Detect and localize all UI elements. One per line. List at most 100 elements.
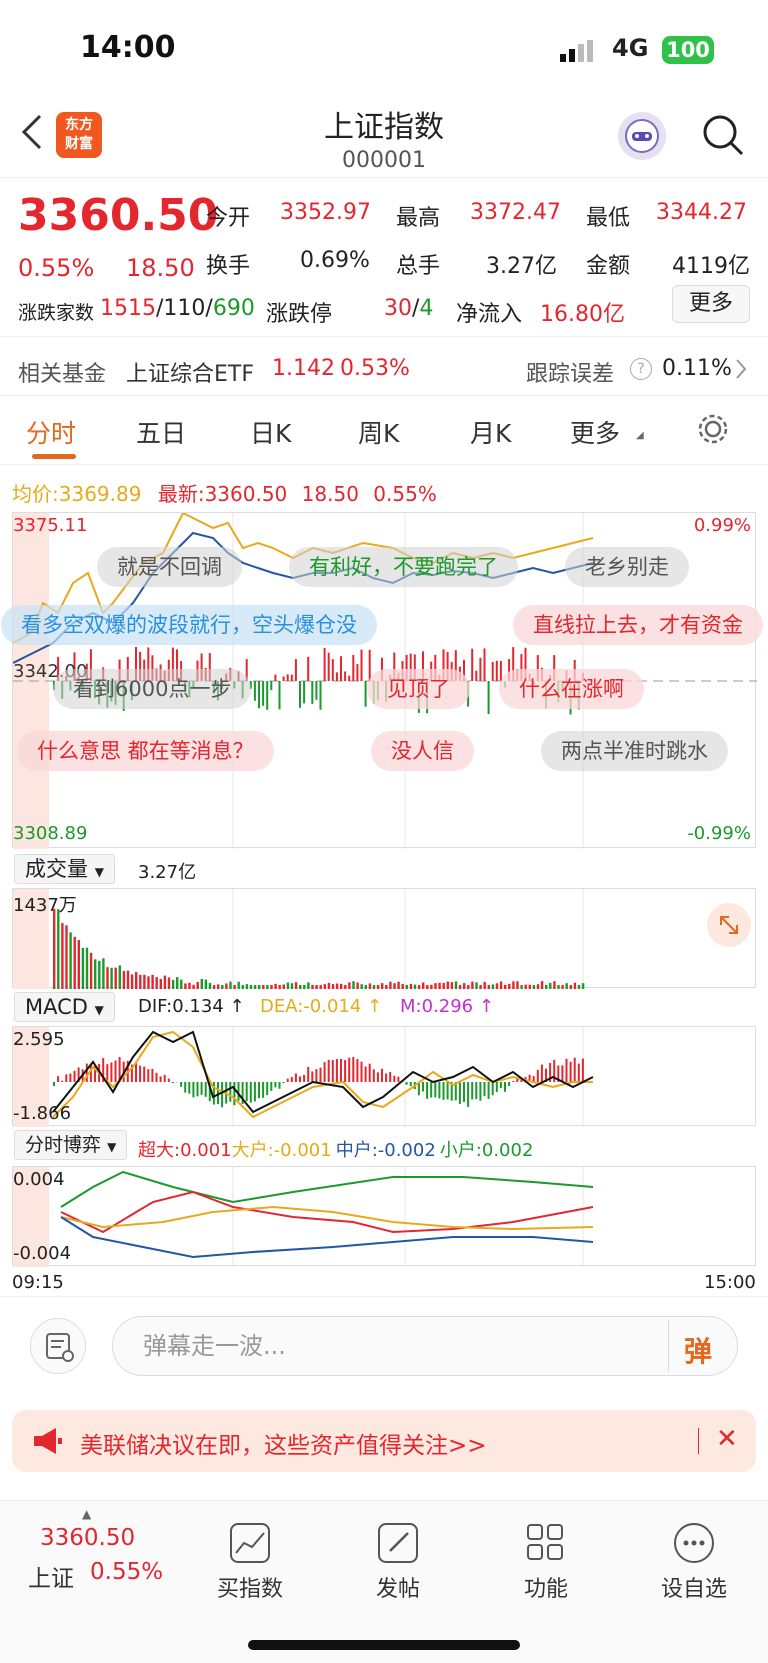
danmu-toggle-button[interactable]: 弹: [684, 1330, 712, 1370]
danmu-item[interactable]: 看多空双爆的波段就行，空头爆仓没: [1, 605, 377, 645]
flat-count: 110: [163, 296, 206, 321]
volume-bar: [565, 983, 568, 989]
danmu-item[interactable]: 看到6000点一步: [53, 669, 252, 709]
functions-button[interactable]: 功能: [496, 1523, 596, 1603]
volume-chart[interactable]: 1437万: [12, 888, 756, 989]
volume-total: 3.27亿: [138, 862, 197, 883]
intraday-volume-bar: [253, 681, 256, 701]
volume-bar: [356, 982, 359, 989]
intraday-volume-bar: [471, 648, 474, 681]
macd-label: MACD: [25, 995, 88, 1019]
assistant-avatar-icon[interactable]: [618, 112, 666, 160]
tab-daily-k[interactable]: 日K: [250, 414, 291, 450]
danmu-settings-icon[interactable]: [30, 1318, 86, 1374]
volume-bar: [159, 979, 162, 989]
close-icon[interactable]: ✕: [716, 1424, 738, 1454]
flow-mid: 中户:-0.002: [335, 1140, 436, 1161]
volume-bar: [188, 982, 191, 989]
bottom-price: 3360.50: [40, 1525, 136, 1551]
danmu-item[interactable]: 两点半准时跳水: [541, 731, 728, 771]
danmu-item[interactable]: 什么在涨啊: [499, 669, 644, 709]
volume-bar: [274, 983, 277, 989]
latest-change: 18.50: [301, 482, 359, 506]
danmu-item[interactable]: 直线拉上去，才有资金: [513, 605, 763, 645]
flow-indicator-select[interactable]: 分时博弈 ▼: [14, 1130, 128, 1160]
danmu-input[interactable]: 弹幕走一波...: [112, 1316, 738, 1376]
intraday-volume-bar: [282, 676, 285, 681]
more-button[interactable]: 更多: [672, 285, 750, 323]
danmu-item[interactable]: 什么意思 都在等消息？: [17, 731, 274, 771]
flow-chart[interactable]: 0.004 -0.004: [12, 1166, 756, 1267]
macd-bar: [278, 1082, 281, 1089]
edit-icon: [378, 1523, 418, 1563]
volume-bar: [94, 959, 97, 989]
fund-name[interactable]: 上证综合ETF: [126, 356, 254, 388]
expand-icon[interactable]: [707, 903, 751, 947]
news-banner[interactable]: 美联储决议在即，这些资产值得关注>> ✕: [12, 1410, 756, 1472]
macd-bar: [442, 1082, 445, 1100]
chart-line-icon: [230, 1523, 270, 1563]
intraday-volume-bar: [331, 659, 334, 681]
fund-price: 1.142: [272, 356, 335, 381]
danmu-item[interactable]: 老乡别走: [565, 547, 689, 587]
tab-weekly-k[interactable]: 周K: [358, 414, 399, 450]
tab-more[interactable]: 更多: [570, 414, 620, 450]
chevron-right-icon[interactable]: [734, 356, 748, 386]
volume-bar: [278, 985, 281, 989]
intraday-volume-bar: [360, 649, 363, 681]
macd-bar: [512, 1081, 515, 1082]
settings-gear-icon[interactable]: [696, 412, 730, 450]
danmu-item[interactable]: 没人信: [371, 731, 474, 771]
volume-bar: [446, 981, 449, 989]
battery-icon: 100: [662, 36, 714, 64]
tab-monthly-k[interactable]: 月K: [470, 414, 511, 450]
macd-bar: [479, 1082, 482, 1101]
macd-bar: [159, 1076, 162, 1082]
macd-bar: [65, 1074, 68, 1082]
add-watchlist-button[interactable]: 设自选: [644, 1523, 744, 1603]
volume-indicator-select[interactable]: 成交量 ▼: [14, 854, 115, 884]
banner-text[interactable]: 美联储决议在即，这些资产值得关注>>: [80, 1426, 487, 1460]
search-icon[interactable]: [700, 112, 746, 162]
intraday-volume-bar: [262, 681, 265, 706]
up-count: 1515: [100, 296, 156, 321]
intraday-volume-bar: [258, 681, 260, 709]
intraday-volume-bar: [335, 672, 338, 681]
macd-bar: [57, 1076, 60, 1082]
help-icon[interactable]: ?: [630, 358, 652, 380]
macd-chart[interactable]: 2.595 -1.866: [12, 1026, 756, 1127]
current-price: 3360.50: [18, 190, 219, 241]
post-button[interactable]: 发帖: [348, 1523, 448, 1603]
volume-bar: [454, 981, 458, 989]
macd-indicator-select[interactable]: MACD ▼: [14, 992, 115, 1022]
volume-bar: [520, 984, 523, 989]
intraday-chart[interactable]: 3375.11 3342.00 3308.89 0.99% -0.99% 就是不…: [1, 512, 763, 849]
volume-max-label: 1437万: [13, 895, 77, 916]
tab-intraday[interactable]: 分时: [26, 414, 76, 450]
limit-up: 30: [384, 296, 412, 321]
volume-bar: [282, 984, 285, 989]
volume-bar: [475, 982, 478, 989]
volume-bar: [126, 970, 130, 989]
volume-bar: [69, 932, 72, 989]
danmu-item[interactable]: 就是不回调: [97, 547, 242, 587]
macd-bar: [581, 1058, 584, 1082]
low-label: 最低: [586, 206, 631, 231]
macd-bar: [266, 1082, 269, 1096]
macd-bar: [53, 1082, 55, 1086]
macd-bar: [270, 1082, 273, 1091]
danmu-item[interactable]: 见顶了: [367, 669, 470, 709]
macd-bar: [110, 1062, 113, 1082]
tab-five-day[interactable]: 五日: [136, 414, 186, 450]
bottom-bar: ▲ 3360.50 上证 0.55% 买指数 发帖 功能 设自选: [0, 1500, 768, 1663]
macd-bar: [381, 1068, 383, 1082]
volume-bar: [266, 985, 269, 989]
macd-bar: [286, 1078, 289, 1082]
volume-bar: [110, 967, 113, 989]
danmu-item[interactable]: 有利好，不要跑完了: [289, 547, 518, 587]
volume-bar: [85, 947, 89, 989]
volume-bar: [499, 981, 503, 989]
macd-bar: [471, 1082, 474, 1100]
volume-bar: [143, 974, 146, 989]
buy-index-button[interactable]: 买指数: [200, 1523, 300, 1603]
